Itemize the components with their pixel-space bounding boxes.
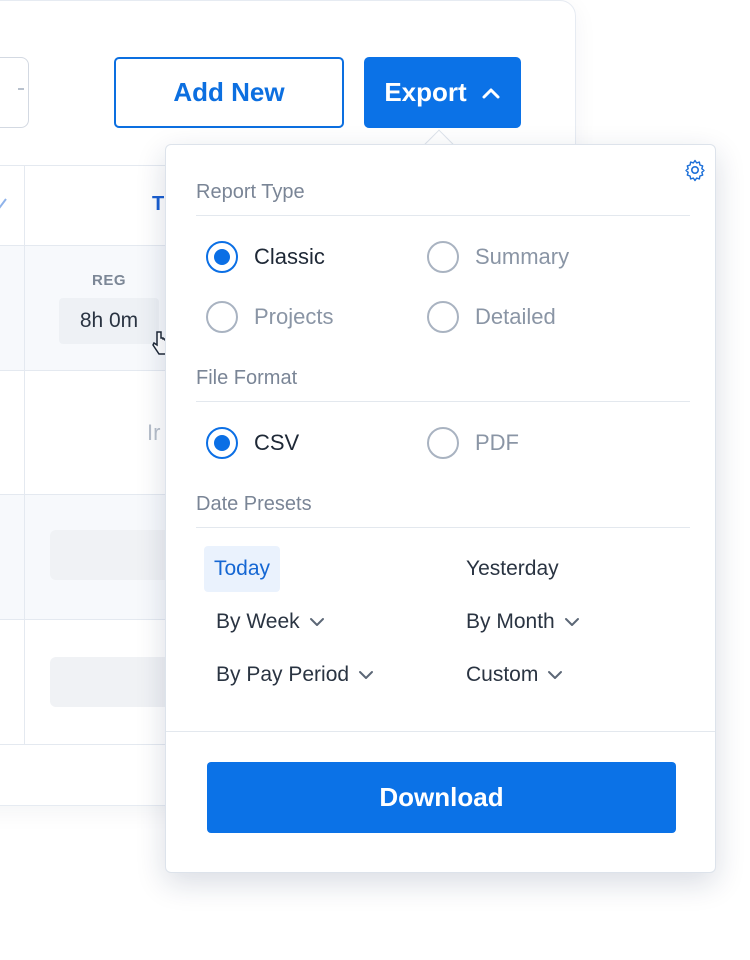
- filter-input[interactable]: [0, 57, 29, 128]
- loading-placeholder: [50, 657, 180, 707]
- export-dropdown: Report Type Classic Summary Projects Det…: [165, 144, 716, 873]
- section-divider: [196, 401, 690, 402]
- chevron-down-icon: [548, 671, 563, 679]
- radio-label: Detailed: [475, 304, 556, 329]
- radio-unchecked-icon: [206, 301, 238, 333]
- radio-label: PDF: [475, 430, 519, 455]
- file-format-title: File Format: [196, 367, 298, 389]
- export-button[interactable]: Export: [364, 57, 521, 128]
- row-partial-text: Ir: [147, 420, 161, 445]
- radio-unchecked-icon: [427, 301, 459, 333]
- radio-label: Summary: [475, 244, 570, 269]
- export-button-label: Export: [384, 77, 467, 107]
- preset-by-month[interactable]: By Month: [466, 599, 581, 645]
- radio-csv[interactable]: CSV: [206, 427, 299, 459]
- footer-divider: [166, 731, 715, 732]
- chevron-down-icon: [564, 618, 579, 626]
- chevron-down-icon: [359, 671, 374, 679]
- radio-label: Classic: [254, 244, 325, 269]
- date-presets-title: Date Presets: [196, 493, 312, 515]
- radio-checked-icon: [206, 241, 238, 273]
- preset-label: Yesterday: [466, 557, 559, 580]
- report-type-title: Report Type: [196, 181, 305, 203]
- reg-label: REG: [92, 272, 127, 289]
- check-icon: [0, 198, 7, 209]
- radio-pdf[interactable]: PDF: [427, 427, 519, 459]
- download-button[interactable]: Download: [207, 762, 676, 833]
- radio-projects[interactable]: Projects: [206, 301, 333, 333]
- radio-unchecked-icon: [427, 427, 459, 459]
- preset-yesterday[interactable]: Yesterday: [466, 546, 559, 592]
- preset-by-week[interactable]: By Week: [216, 599, 326, 645]
- radio-label: Projects: [254, 304, 334, 329]
- radio-detailed[interactable]: Detailed: [427, 301, 556, 333]
- radio-label: CSV: [254, 430, 300, 455]
- gear-icon[interactable]: [683, 158, 707, 182]
- input-caret-icon: [18, 88, 24, 90]
- preset-label: By Pay Period: [216, 663, 350, 686]
- preset-label: By Month: [466, 610, 555, 633]
- stage: Add New Export T REG 8h 0m Ir Report Typ…: [0, 0, 750, 960]
- radio-checked-icon: [206, 427, 238, 459]
- radio-classic[interactable]: Classic: [206, 241, 325, 273]
- preset-label: Today: [214, 557, 271, 580]
- reg-hours-value[interactable]: 8h 0m: [59, 298, 159, 344]
- add-new-button[interactable]: Add New: [114, 57, 344, 128]
- radio-unchecked-icon: [427, 241, 459, 273]
- preset-custom[interactable]: Custom: [466, 652, 564, 698]
- table-column-divider: [24, 165, 25, 745]
- preset-label: By Week: [216, 610, 300, 633]
- preset-label: Custom: [466, 663, 539, 686]
- preset-by-pay-period[interactable]: By Pay Period: [216, 652, 375, 698]
- section-divider: [196, 527, 690, 528]
- chevron-down-icon: [309, 618, 324, 626]
- radio-summary[interactable]: Summary: [427, 241, 569, 273]
- preset-today[interactable]: Today: [204, 546, 281, 592]
- loading-placeholder: [50, 530, 180, 580]
- column-header-partial[interactable]: T: [152, 193, 164, 216]
- chevron-up-icon: [482, 88, 500, 98]
- section-divider: [196, 215, 690, 216]
